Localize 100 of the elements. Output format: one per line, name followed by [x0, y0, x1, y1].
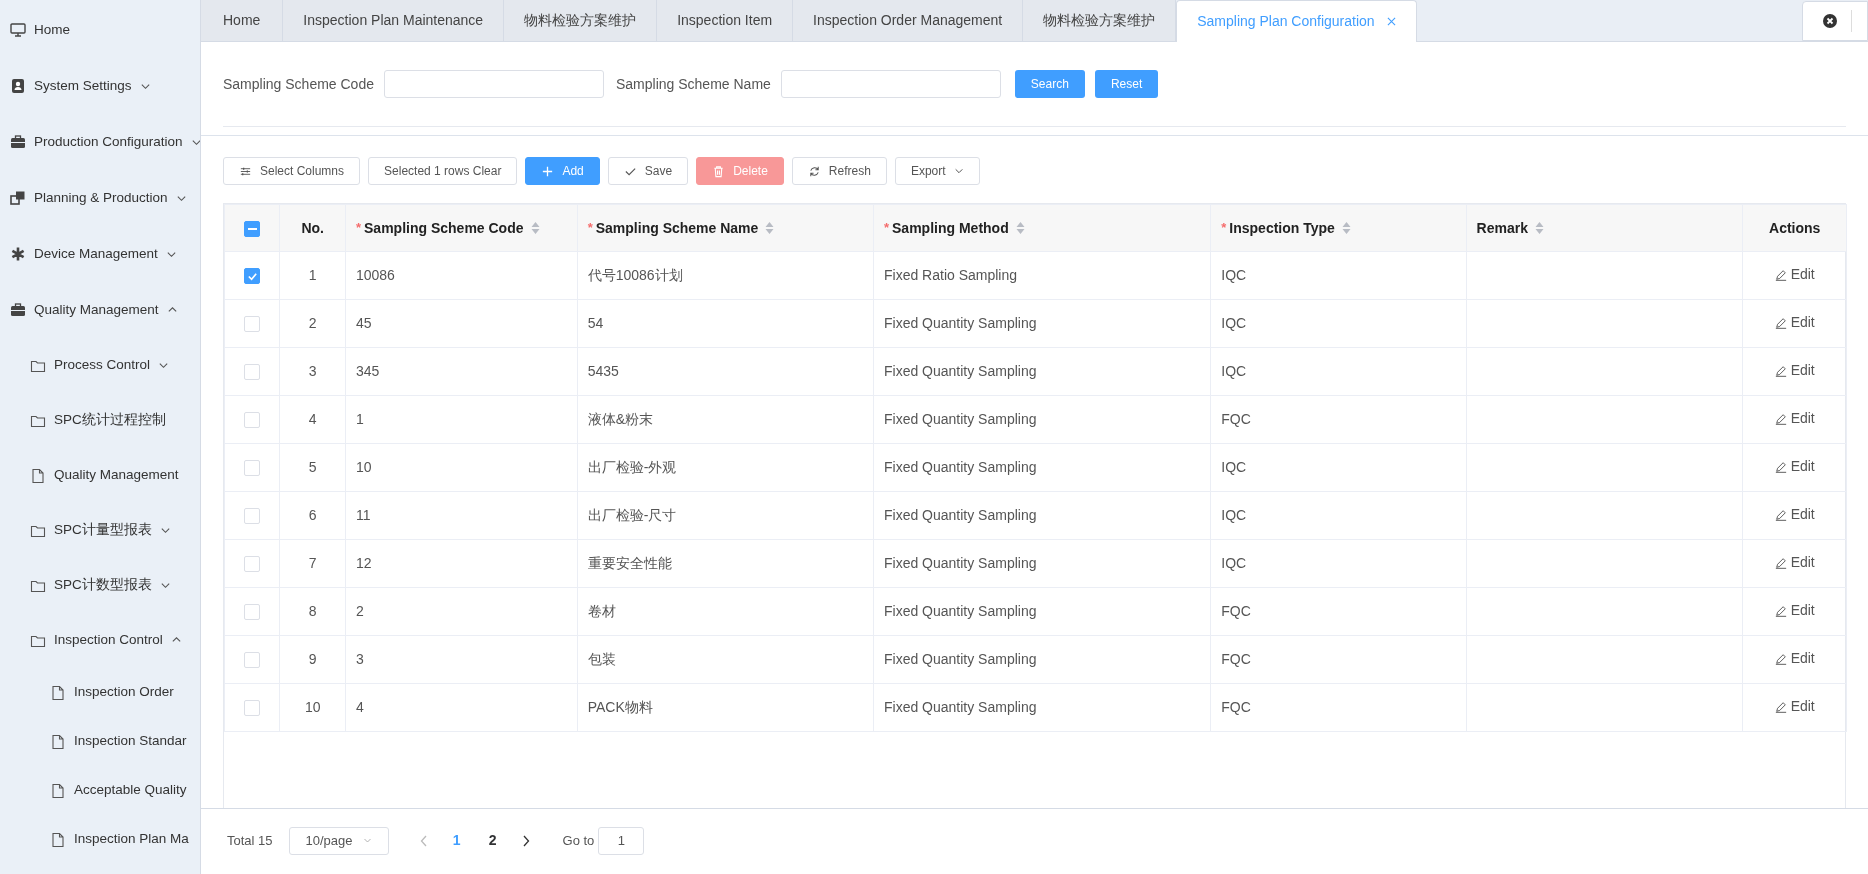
plus-icon [541, 164, 555, 178]
edit-link[interactable]: Edit [1774, 600, 1815, 622]
sidebar-item[interactable]: SPC统计过程控制 [0, 393, 200, 448]
sidebar-item[interactable]: Acceptable Quality [0, 766, 200, 815]
table-cell: 6 [308, 507, 317, 523]
sidebar-item[interactable]: SPC计数型报表 [0, 558, 200, 613]
sidebar-item[interactable]: Inspection Control [0, 613, 200, 668]
table-cell: Fixed Quantity Sampling [883, 363, 1037, 379]
table-cell: IQC [1221, 507, 1247, 523]
table-cell: 9 [308, 651, 317, 667]
tab[interactable]: Home [201, 0, 284, 41]
table-cell: 液体&粉末 [587, 411, 653, 427]
table-cell: FQC [1221, 651, 1251, 667]
table-cell: IQC [1221, 315, 1247, 331]
tab[interactable]: Inspection Item [657, 0, 794, 41]
table-cell: 出厂检验-尺寸 [587, 507, 677, 523]
table-cell: 卷材 [587, 603, 616, 619]
pencil-icon [1774, 412, 1787, 425]
edit-link[interactable]: Edit [1774, 456, 1815, 478]
table-cell: 1 [355, 411, 364, 427]
input-field[interactable] [384, 70, 604, 98]
sidebar-item[interactable]: System Settings [0, 58, 200, 114]
sidebar-item[interactable]: Planning & Production [0, 170, 200, 226]
sidebar-item[interactable]: Quality Management [0, 448, 200, 503]
pencil-icon [1774, 268, 1787, 281]
contact-card-icon [10, 78, 26, 94]
columns-button[interactable]: Select Columns [223, 157, 361, 185]
tab[interactable]: 物料检验方案维护 [1023, 0, 1177, 41]
checkbox[interactable] [244, 220, 261, 237]
edit-link[interactable]: Edit [1774, 264, 1815, 286]
table-cell: 4 [308, 411, 317, 427]
edit-link[interactable]: Edit [1774, 696, 1815, 718]
column-header: Remark [1476, 218, 1528, 238]
close-icon [1823, 14, 1837, 28]
table-cell: Fixed Quantity Sampling [883, 507, 1037, 523]
table-cell: 2 [355, 603, 364, 619]
table-cell: 8 [308, 603, 317, 619]
checkbox[interactable] [244, 268, 261, 285]
table-cell: 出厂检验-外观 [587, 459, 677, 475]
table-cell: 1 [308, 267, 317, 283]
table-cell: 45 [355, 315, 372, 331]
pencil-icon [1774, 700, 1787, 713]
check-icon [246, 270, 258, 282]
table-cell: FQC [1221, 411, 1251, 427]
save-button[interactable]: Save [607, 157, 689, 185]
close-all-button[interactable] [1802, 1, 1868, 41]
monitor-icon [10, 22, 26, 38]
page-input[interactable]: 1 [598, 826, 645, 855]
table-cell: 重要安全性能 [587, 555, 672, 571]
table-cell: Fixed Quantity Sampling [883, 651, 1037, 667]
briefcase-icon [10, 134, 26, 150]
field-label: Sampling Scheme Code [223, 74, 374, 94]
sidebar-item[interactable]: Production Configuration [0, 114, 200, 170]
table-cell: 包装 [587, 651, 616, 667]
table-cell: 10 [355, 459, 372, 475]
tab[interactable]: 物料检验方案维护 [504, 0, 658, 41]
table-cell: 11 [355, 507, 371, 523]
tab[interactable]: Inspection Plan Maintenance [283, 0, 505, 41]
tab[interactable]: Inspection Order Management [793, 0, 1024, 41]
sidebar-item[interactable]: Device Management [0, 226, 200, 282]
sidebar-item[interactable]: Process Control [0, 338, 200, 393]
table-cell: IQC [1221, 267, 1247, 283]
plain-button[interactable]: Selected 1 rows Clear [368, 157, 518, 185]
table-cell: Fixed Quantity Sampling [883, 699, 1037, 715]
edit-link[interactable]: Edit [1774, 360, 1815, 382]
table-cell: 3 [308, 363, 317, 379]
refresh-button[interactable]: Refresh [791, 157, 887, 185]
page-number[interactable]: 2 [474, 826, 511, 855]
table-cell: IQC [1221, 363, 1247, 379]
file-icon [30, 467, 46, 484]
column-header: Sampling Scheme Code [364, 218, 524, 238]
sidebar-item[interactable]: SPC计量型报表 [0, 503, 200, 558]
edit-link[interactable]: Edit [1774, 504, 1815, 526]
input-field[interactable] [780, 70, 1001, 98]
table-cell: Fixed Quantity Sampling [883, 411, 1037, 427]
sidebar-item[interactable]: Home [0, 2, 200, 58]
required-mark: * [883, 219, 890, 238]
sidebar-item[interactable]: Inspection Standar [0, 717, 200, 766]
sidebar-item[interactable]: Quality Management [0, 282, 200, 338]
asterisk-icon [10, 246, 26, 262]
column-header: Actions [1769, 218, 1821, 238]
table-cell: 10086 [355, 267, 395, 283]
goto-label: Go to [562, 831, 595, 850]
export-button[interactable]: Export [894, 157, 980, 185]
sidebar-item[interactable]: Inspection Order [0, 668, 200, 717]
table-cell: 4 [355, 699, 364, 715]
pencil-icon [1774, 604, 1787, 617]
table-cell: Fixed Quantity Sampling [883, 315, 1037, 331]
briefcase-icon [10, 302, 26, 318]
table-cell: IQC [1221, 555, 1247, 571]
edit-link[interactable]: Edit [1774, 648, 1815, 670]
edit-link[interactable]: Edit [1774, 552, 1815, 574]
pencil-icon [1774, 460, 1787, 473]
page-size-select[interactable]: 10/page [288, 826, 389, 855]
sidebar-item[interactable]: Inspection Plan Ma [0, 815, 200, 864]
required-mark: * [1221, 219, 1227, 238]
table-cell: 12 [355, 555, 372, 571]
edit-link[interactable]: Edit [1774, 408, 1815, 430]
table-cell: FQC [1221, 699, 1251, 715]
edit-link[interactable]: Edit [1774, 312, 1815, 334]
